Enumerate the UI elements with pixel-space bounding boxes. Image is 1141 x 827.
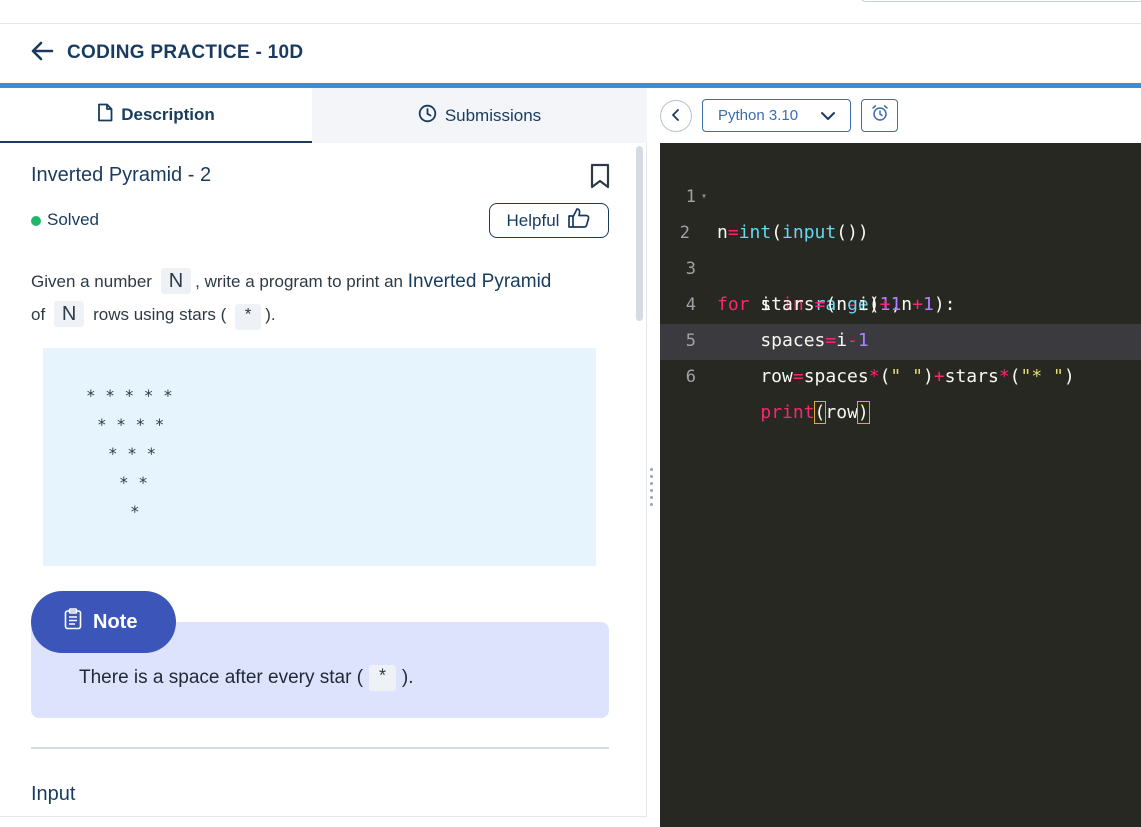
code-line-6[interactable]: 6 print(row) [660, 323, 1141, 424]
code-line-3[interactable]: 3 stars=(n-i)+1 [660, 215, 1141, 315]
code-line-2[interactable]: 2 ▾ for i in range(1,n+1): [660, 179, 1141, 315]
page-title: CODING PRACTICE - 10D [67, 42, 304, 63]
tab-description-label: Description [121, 104, 215, 124]
language-select[interactable]: Python 3.10 [702, 99, 851, 132]
bookmark-icon[interactable] [589, 163, 611, 189]
pyramid-line: * [130, 502, 140, 521]
solved-status-dot [31, 216, 41, 226]
timer-button[interactable] [861, 99, 898, 132]
pyramid-line: * * * [108, 444, 157, 463]
var-n-chip-2: N [53, 301, 85, 327]
desc-text-5: ). [265, 305, 276, 324]
section-divider [31, 747, 609, 749]
code-text: row=spaces*(" ")+stars*("* ") [717, 366, 1075, 387]
helpful-button[interactable]: Helpful [489, 203, 609, 238]
code-line-5[interactable]: 5 row=spaces*(" ")+stars*("* ") [660, 287, 1141, 387]
chevron-down-icon [821, 112, 835, 120]
sample-output-box: * * * * * * * * * * * * * * * [43, 348, 596, 566]
note-badge: Note [31, 591, 176, 653]
thumbs-up-icon [567, 207, 591, 234]
app-root: CODING PRACTICE - 10D Description Submis… [0, 0, 1141, 827]
code-text: print(row) [760, 401, 870, 424]
problem-title: Inverted Pyramid - 2 [31, 164, 212, 186]
pyramid-line: * * [119, 473, 148, 492]
back-arrow-icon[interactable] [30, 40, 54, 62]
top-bar [0, 0, 1141, 24]
helpful-label: Helpful [506, 210, 560, 230]
tab-submissions[interactable]: Submissions [312, 88, 647, 143]
desc-text-2: , write a program to print an [195, 272, 404, 291]
var-n-chip: N [160, 268, 192, 294]
language-select-value: Python 3.10 [718, 107, 799, 124]
desc-text-4: rows using stars ( [93, 305, 227, 324]
code-line-1[interactable]: 1 n=int(input()) [660, 143, 1141, 243]
code-line-4[interactable]: 4 spaces=i-1 [660, 251, 1141, 351]
panel-resize-handle[interactable] [650, 468, 654, 514]
problem-description: Given a number N, write a program to pri… [31, 265, 621, 331]
note-text-before: There is a space after every star ( [79, 667, 364, 688]
solved-status-text: Solved [47, 210, 99, 229]
tab-submissions-label: Submissions [444, 105, 542, 125]
clipboard-icon [63, 608, 83, 636]
collapse-panel-button[interactable] [660, 100, 692, 132]
line-number: 6 [685, 367, 696, 387]
top-search-pill[interactable] [860, 0, 1141, 2]
chevron-left-icon [671, 108, 681, 124]
document-icon [97, 103, 113, 127]
alarm-clock-icon [871, 104, 889, 127]
note-text-after: ). [401, 667, 414, 688]
star-chip: * [235, 304, 262, 330]
description-scrollbar[interactable] [636, 146, 643, 321]
pyramid-line: * * * * [97, 415, 165, 434]
clock-icon [418, 104, 437, 128]
desc-highlight: Inverted Pyramid [407, 271, 552, 292]
tab-description[interactable]: Description [0, 88, 312, 143]
desc-text-3: of [31, 305, 46, 324]
desc-text-1: Given a number [31, 272, 152, 291]
note-star-chip: * [369, 665, 396, 691]
input-heading: Input [31, 783, 76, 805]
note-label: Note [93, 610, 138, 633]
fold-arrow-icon[interactable]: ▾ [701, 179, 707, 215]
pyramid-line: * * * * * [86, 386, 173, 405]
note-text: There is a space after every star ( * ). [79, 665, 413, 691]
